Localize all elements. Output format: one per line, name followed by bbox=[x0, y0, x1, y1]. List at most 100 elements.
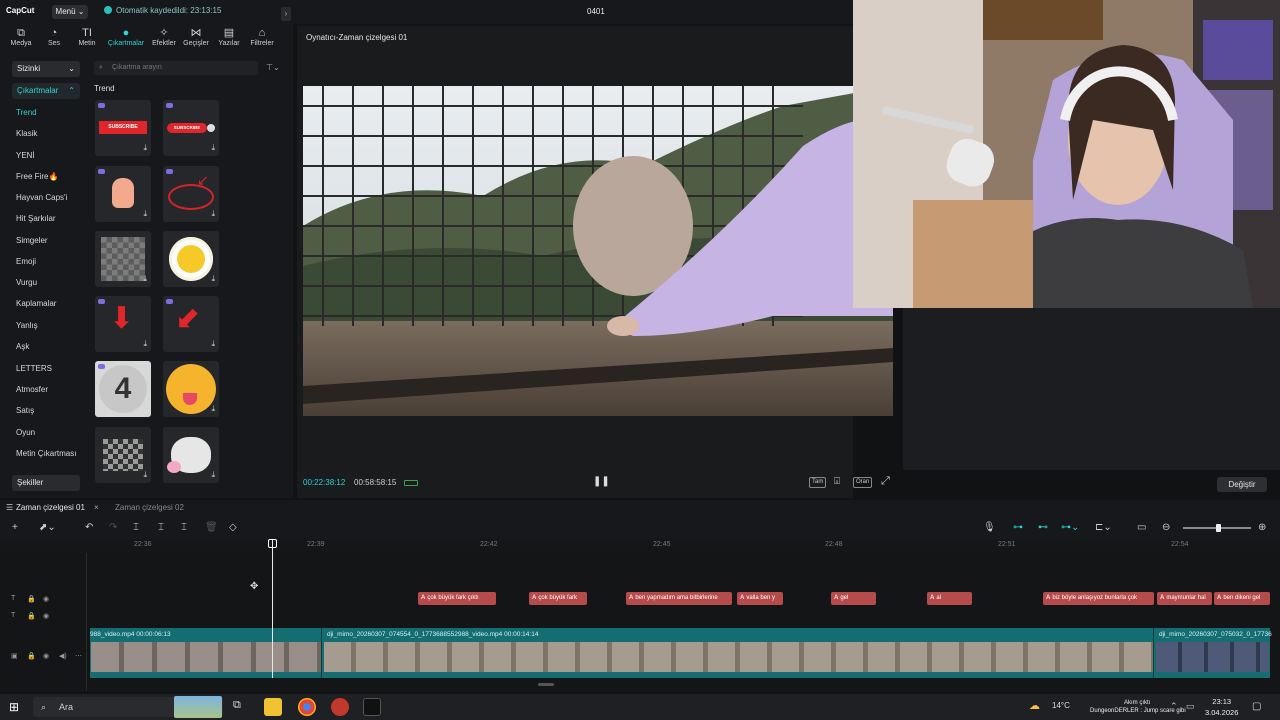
obs-icon[interactable] bbox=[331, 698, 349, 716]
category-item-trend[interactable]: Trend bbox=[16, 108, 37, 117]
red-down-arrow-sticker[interactable]: ⬇ ⤓ bbox=[95, 296, 151, 352]
file-explorer-icon[interactable] bbox=[264, 698, 282, 716]
tab-timeline-02[interactable]: Zaman çizelgesi 02 bbox=[115, 503, 184, 512]
category-item-emoji[interactable]: Emoji bbox=[16, 257, 36, 266]
notification-icon[interactable]: ▢ bbox=[1252, 701, 1261, 712]
capcut-icon[interactable] bbox=[363, 698, 381, 716]
select-tool-icon[interactable]: ⬈⌄ bbox=[39, 522, 56, 533]
category-item-classic[interactable]: Klasik bbox=[16, 129, 37, 138]
hand-sticker[interactable]: ⤓ bbox=[95, 166, 151, 222]
red-diagonal-arrow-sticker[interactable]: ⬋ ⤓ bbox=[163, 296, 219, 352]
add-track-icon[interactable]: + bbox=[12, 522, 18, 533]
time-ruler[interactable] bbox=[0, 539, 1280, 553]
subtitle-clip[interactable]: Amaymunlar hal bbox=[1157, 592, 1212, 605]
category-item-new[interactable]: YENİ bbox=[16, 151, 35, 160]
category-stickers-dropdown[interactable]: Çıkartmalar ⌃ bbox=[12, 83, 80, 99]
subscribe-red-sticker[interactable]: SUBSCRIBE ⤓ bbox=[95, 100, 151, 156]
tab-captions[interactable]: ▤ Yazılar bbox=[212, 26, 246, 47]
chevron-up-icon[interactable]: ⌃ bbox=[1170, 701, 1178, 712]
marker-icon[interactable]: ◇ bbox=[229, 522, 237, 533]
subtitle-icon[interactable]: ▭ bbox=[1137, 522, 1146, 533]
change-button[interactable]: Değiştir bbox=[1217, 477, 1267, 492]
menu-button[interactable]: Menü ⌄ bbox=[52, 5, 88, 19]
screenshot-icon[interactable]: ⌻ bbox=[834, 476, 840, 487]
category-item-symbols[interactable]: Simgeler bbox=[16, 236, 48, 245]
subtitle-clip[interactable]: Aben yapmadım ama bitbirlerine bbox=[626, 592, 732, 605]
network-icon[interactable]: ▭ bbox=[1186, 701, 1195, 712]
category-item-text-sticker[interactable]: Metin Çıkartması bbox=[16, 449, 76, 458]
lock-icon[interactable]: 🔒 bbox=[27, 595, 36, 603]
zoom-in-icon[interactable]: ⊕ bbox=[1258, 522, 1266, 533]
category-item-love[interactable]: Aşk bbox=[16, 342, 29, 351]
tab-effects[interactable]: ✧ Efektler bbox=[147, 26, 181, 47]
filter-button[interactable]: ⊤⌄ bbox=[266, 61, 286, 75]
link-main-track-icon[interactable]: ⊶ bbox=[1013, 522, 1023, 533]
split-right-icon[interactable]: ⌶ bbox=[181, 522, 187, 533]
category-item-highlight[interactable]: Vurgu bbox=[16, 278, 37, 287]
category-item-letters[interactable]: LETTERS bbox=[16, 364, 52, 373]
countdown-sticker[interactable]: 4 ⤓ bbox=[95, 361, 151, 417]
category-yours-dropdown[interactable]: Sizinki ⌄ bbox=[12, 61, 80, 77]
subtitle-clip[interactable]: Açok büyük fark çıktı bbox=[418, 592, 496, 605]
category-item-game[interactable]: Oyun bbox=[16, 428, 35, 437]
lock-icon[interactable]: 🔒 bbox=[27, 652, 36, 660]
timeline-list-icon[interactable]: ☰ bbox=[6, 503, 13, 512]
subtitle-clip[interactable]: Açok büyük fark bbox=[529, 592, 587, 605]
fullscreen-icon[interactable]: ⤢ bbox=[881, 475, 890, 488]
subtitle-clip[interactable]: Abiz böyle anlaşıyoz bunlarla çok bbox=[1043, 592, 1154, 605]
pixel-mosaic-sticker[interactable]: ⤓ bbox=[95, 427, 151, 483]
magnet-icon[interactable]: ⊷ bbox=[1038, 522, 1048, 533]
split-left-icon[interactable]: ⌶ bbox=[158, 522, 164, 533]
tab-filters[interactable]: ⌂ Filtreler bbox=[245, 26, 279, 47]
microphone-icon[interactable]: 🎙 bbox=[983, 522, 996, 533]
tongue-emoji-sticker[interactable]: ⤓ bbox=[163, 361, 219, 417]
pause-button[interactable]: ❚❚ bbox=[593, 476, 610, 487]
category-item-atmosphere[interactable]: Atmosfer bbox=[16, 385, 48, 394]
category-item-free-fire[interactable]: Free Fire🔥 bbox=[16, 172, 58, 181]
tab-media[interactable]: ⧉ Medya bbox=[4, 26, 38, 47]
sticker-search-input[interactable]: ⌕ Çıkartma arayın bbox=[94, 61, 258, 75]
system-clock[interactable]: 23:13 3.04.2026 bbox=[1205, 696, 1238, 718]
video-preview[interactable] bbox=[303, 86, 893, 416]
full-quality-button[interactable]: Tam bbox=[809, 477, 827, 488]
playhead[interactable] bbox=[272, 540, 273, 678]
category-item-sales[interactable]: Satış bbox=[16, 406, 34, 415]
preview-axis-icon[interactable]: ⊏⌄ bbox=[1095, 522, 1112, 533]
category-shapes-dropdown[interactable]: Şekiller bbox=[12, 475, 80, 491]
tab-text[interactable]: TI Metin bbox=[70, 26, 104, 47]
undo-icon[interactable]: ↶ bbox=[85, 522, 93, 533]
snap-icon[interactable]: ⊶⌄ bbox=[1061, 522, 1079, 533]
split-icon[interactable]: ⌶ bbox=[133, 522, 139, 533]
lock-icon[interactable]: 🔒 bbox=[27, 612, 36, 620]
subtitle-clip[interactable]: Aben dikeni gel bbox=[1214, 592, 1270, 605]
smiling-flower-sticker[interactable]: ⤓ bbox=[163, 231, 219, 287]
redo-icon[interactable]: ↷ bbox=[109, 522, 117, 533]
subtitle-clip[interactable]: Avalla ben y bbox=[737, 592, 783, 605]
zoom-slider-handle[interactable] bbox=[1216, 524, 1221, 532]
windows-start-icon[interactable]: ⊞ bbox=[9, 700, 19, 714]
tab-transitions[interactable]: ⋈ Geçişler bbox=[179, 26, 213, 47]
close-tab-icon[interactable]: × bbox=[94, 503, 99, 512]
timeline-scrollbar[interactable] bbox=[538, 683, 554, 686]
chrome-icon[interactable] bbox=[298, 698, 316, 716]
category-item-animal-caps[interactable]: Hayvan Caps'i bbox=[16, 193, 67, 202]
cover-icon[interactable]: ▣ bbox=[11, 652, 18, 660]
delete-icon[interactable]: 🗑 bbox=[205, 522, 218, 533]
zoom-out-icon[interactable]: ⊖ bbox=[1162, 522, 1170, 533]
red-circle-arrow-sticker[interactable]: ↙ ⤓ bbox=[163, 166, 219, 222]
ratio-button[interactable]: Oran bbox=[853, 477, 873, 488]
category-item-wrong[interactable]: Yanlış bbox=[16, 321, 38, 330]
tab-timeline-01[interactable]: Zaman çizelgesi 01 bbox=[16, 503, 85, 512]
category-item-overlays[interactable]: Kaplamalar bbox=[16, 299, 56, 308]
cat-sticker[interactable]: ⤓ bbox=[163, 427, 219, 483]
more-icon[interactable]: ⋯ bbox=[75, 652, 82, 660]
subscribe-bell-sticker[interactable]: SUBSCRIBE ⤓ bbox=[163, 100, 219, 156]
eye-icon[interactable]: ◉ bbox=[43, 612, 49, 620]
eye-icon[interactable]: ◉ bbox=[43, 595, 49, 603]
task-view-icon[interactable]: ⧉ bbox=[233, 699, 241, 712]
subtitle-clip[interactable]: Aal bbox=[927, 592, 972, 605]
tabs-next-button[interactable]: › bbox=[281, 7, 291, 21]
speaker-icon[interactable]: ◀) bbox=[59, 652, 67, 660]
tab-audio[interactable]: ◔ Ses bbox=[37, 26, 71, 47]
category-item-hit-songs[interactable]: Hit Şarkılar bbox=[16, 214, 56, 223]
